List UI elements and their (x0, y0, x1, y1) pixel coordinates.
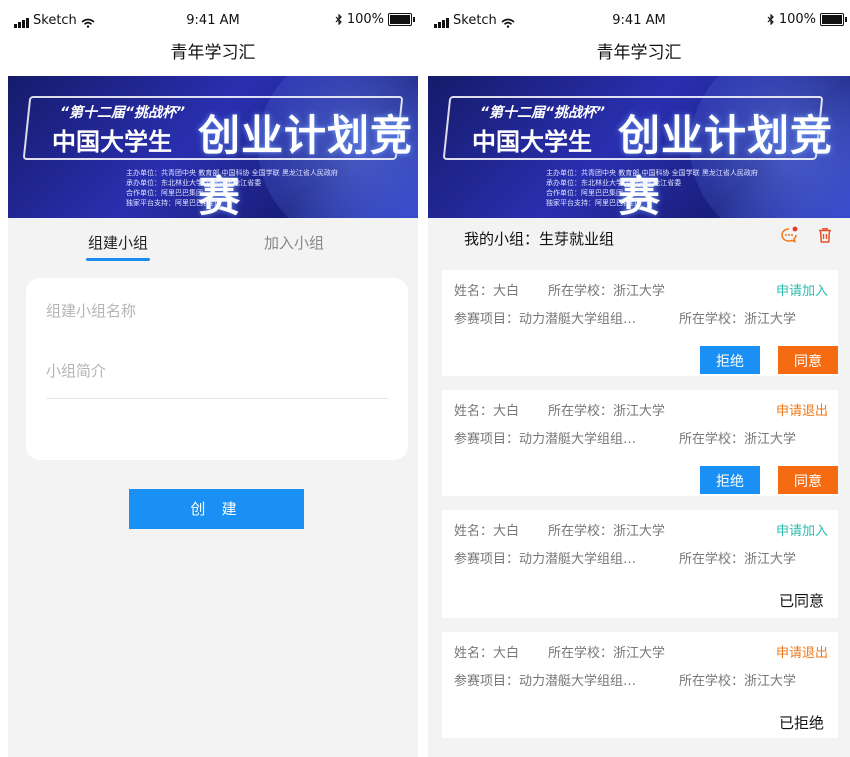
member-project: 参赛项目：动力潜艇大学组组… (454, 674, 637, 689)
member-name: 姓名：大白 (454, 646, 520, 661)
member-project: 参赛项目：动力潜艇大学组组… (454, 552, 637, 567)
tab-indicator (86, 258, 150, 261)
banner-line2: 中国大学生 (472, 128, 592, 156)
request-card: 姓名：大白 所在学校：浙江大学 申请退出 参赛项目：动力潜艇大学组组… 所在学校… (442, 390, 838, 496)
battery: 100% (767, 12, 847, 27)
tab-join-group[interactable]: 加入小组 (264, 232, 324, 253)
banner-line2: 中国大学生 (52, 128, 172, 156)
member-school-2: 所在学校：浙江大学 (679, 552, 797, 567)
page-title: 青年学习汇 (428, 36, 850, 76)
result-label: 已同意 (778, 592, 824, 610)
group-intro-input[interactable]: 小组简介 (46, 360, 388, 381)
agree-button[interactable]: 同意 (778, 466, 838, 494)
banner-info: 主办单位：共青团中央 教育部 中国科协 全国学联 黑龙江省人民政府 承办单位：东… (126, 169, 338, 207)
result-label: 已拒绝 (778, 714, 824, 732)
request-card: 姓名：大白 所在学校：浙江大学 申请退出 参赛项目：动力潜艇大学组组… 所在学校… (442, 632, 838, 738)
battery: 100% (335, 12, 415, 27)
member-school-2: 所在学校：浙江大学 (679, 312, 797, 327)
member-school: 所在学校：浙江大学 (548, 404, 666, 419)
contest-banner: “第十二届“挑战杯” 中国大学生 创业计划竞赛 主办单位：共青团中央 教育部 中… (428, 76, 850, 218)
request-status: 申请加入 (775, 524, 828, 539)
banner-line1: “第十二届“挑战杯” (480, 105, 606, 121)
reject-button[interactable]: 拒绝 (700, 346, 760, 374)
member-school: 所在学校：浙江大学 (548, 524, 666, 539)
group-title: 我的小组：生芽就业组 (464, 230, 615, 248)
battery-icon (820, 13, 847, 26)
bluetooth-icon (767, 14, 774, 25)
banner-line1: “第十二届“挑战杯” (60, 105, 186, 121)
tab-create-group[interactable]: 组建小组 (88, 232, 148, 253)
member-name: 姓名：大白 (454, 284, 520, 299)
battery-percent: 100% (778, 12, 816, 27)
chat-bubble-icon[interactable] (780, 226, 798, 244)
agree-button[interactable]: 同意 (778, 346, 838, 374)
battery-icon (388, 13, 415, 26)
request-status: 申请退出 (775, 404, 828, 419)
member-school-2: 所在学校：浙江大学 (679, 432, 797, 447)
my-group-screen: Sketch 9:41 AM 100% 青年学习汇 “第十二届“挑战杯” 中国大… (428, 0, 850, 757)
request-card: 姓名：大白 所在学校：浙江大学 申请加入 参赛项目：动力潜艇大学组组… 所在学校… (442, 510, 838, 618)
member-name: 姓名：大白 (454, 404, 520, 419)
member-school-2: 所在学校：浙江大学 (679, 674, 797, 689)
reject-button[interactable]: 拒绝 (700, 466, 760, 494)
status-bar: Sketch 9:41 AM 100% (8, 0, 418, 36)
status-bar: Sketch 9:41 AM 100% (428, 0, 850, 36)
request-status: 申请加入 (775, 284, 828, 299)
create-group-screen: Sketch 9:41 AM 100% 青年学习汇 “第十二届“挑战杯” 中国大… (8, 0, 418, 757)
create-button[interactable]: 创 建 (129, 489, 304, 529)
bluetooth-icon (335, 14, 342, 25)
battery-percent: 100% (346, 12, 384, 27)
page-title: 青年学习汇 (8, 36, 418, 76)
contest-banner: “第十二届“挑战杯” 中国大学生 创业计划竞赛 主办单位：共青团中央 教育部 中… (8, 76, 418, 218)
trash-icon[interactable] (816, 226, 834, 244)
member-school: 所在学校：浙江大学 (548, 284, 666, 299)
banner-info: 主办单位：共青团中央 教育部 中国科协 全国学联 黑龙江省人民政府 承办单位：东… (546, 169, 758, 207)
request-status: 申请退出 (775, 646, 828, 661)
create-group-form: 组建小组名称 小组简介 (26, 278, 408, 460)
member-project: 参赛项目：动力潜艇大学组组… (454, 312, 637, 327)
member-school: 所在学校：浙江大学 (548, 646, 666, 661)
member-name: 姓名：大白 (454, 524, 520, 539)
request-card: 姓名：大白 所在学校：浙江大学 申请加入 参赛项目：动力潜艇大学组组… 所在学校… (442, 270, 838, 376)
group-name-input[interactable]: 组建小组名称 (46, 300, 388, 321)
member-project: 参赛项目：动力潜艇大学组组… (454, 432, 637, 447)
group-header: 我的小组：生芽就业组 (428, 218, 850, 260)
divider (46, 398, 388, 399)
group-tabs: 组建小组 加入小组 (8, 218, 418, 264)
